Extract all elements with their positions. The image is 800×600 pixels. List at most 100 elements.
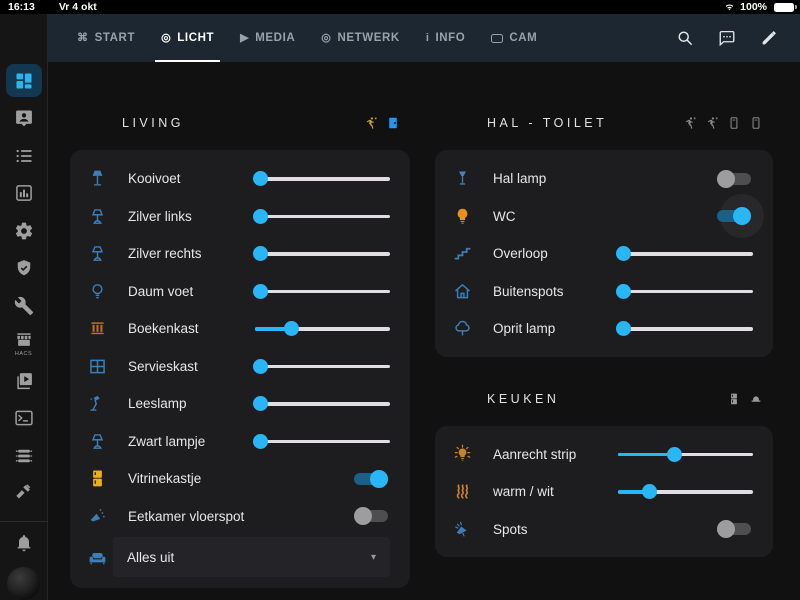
torch-lamp-icon[interactable]	[450, 167, 474, 191]
alles-uit-select[interactable]: Alles uit ▾	[113, 537, 390, 577]
badge-account-icon	[14, 108, 34, 128]
wc-toggle[interactable]	[717, 194, 764, 239]
leeslamp-slider[interactable]	[253, 395, 390, 413]
search-icon[interactable]	[676, 29, 694, 47]
bulb-glow-icon[interactable]	[450, 442, 474, 466]
row-aanrecht-strip: Aanrecht strip	[450, 436, 753, 474]
sidebar-item-terminal[interactable]	[0, 400, 48, 438]
floor-lamp-icon[interactable]	[85, 167, 109, 191]
daum-voet-slider[interactable]	[253, 282, 390, 300]
slider-thumb[interactable]	[253, 208, 269, 224]
sofa-icon[interactable]	[85, 545, 109, 569]
zilver-links-slider[interactable]	[253, 207, 390, 225]
radiobox-icon: ◎	[161, 31, 172, 44]
table-lamp-icon[interactable]	[85, 204, 109, 228]
sidebar-item-cog[interactable]	[0, 212, 48, 250]
slider-thumb[interactable]	[253, 171, 269, 187]
table-lamp-icon[interactable]	[85, 429, 109, 453]
slider-thumb[interactable]	[616, 321, 632, 337]
tab-licht[interactable]: ◎ LICHT	[148, 14, 227, 62]
table-lamp-icon[interactable]	[85, 242, 109, 266]
kooivoet-slider[interactable]	[253, 170, 390, 188]
slider-thumb[interactable]	[253, 246, 269, 262]
house-icon[interactable]	[450, 279, 474, 303]
door-sensor-icon[interactable]	[727, 116, 741, 130]
slider-thumb[interactable]	[616, 246, 632, 262]
bulb-icon[interactable]	[450, 204, 474, 228]
hal-lamp-toggle[interactable]	[717, 169, 751, 188]
row-label: Zilver links	[128, 208, 192, 224]
tab-cam[interactable]: CAM	[478, 14, 550, 62]
toggle-thumb[interactable]	[717, 520, 735, 539]
slider-track	[618, 327, 753, 331]
shield-check-icon	[14, 258, 34, 278]
view-tabs: ⌘ START ◎ LICHT ▶ MEDIA ◎ NETWERK i INFO CAM	[64, 14, 550, 62]
aanrecht-strip-slider[interactable]	[618, 445, 753, 463]
tab-media[interactable]: ▶ MEDIA	[227, 14, 308, 62]
sidebar-item-video-box[interactable]	[0, 362, 48, 400]
row-label: Kooivoet	[128, 171, 181, 187]
tree-icon[interactable]	[450, 317, 474, 341]
edit-icon[interactable]	[760, 29, 778, 47]
slider-thumb[interactable]	[284, 321, 300, 337]
warm-wit-slider[interactable]	[618, 483, 753, 501]
sidebar-item-caption: HACS	[14, 350, 33, 357]
row-label: Oprit lamp	[493, 321, 556, 337]
slider-thumb[interactable]	[641, 484, 657, 500]
sidebar-item-hacs[interactable]: HACS	[0, 325, 48, 363]
motion-run-icon[interactable]	[683, 116, 697, 130]
tab-label: LICHT	[177, 32, 215, 44]
toggle-thumb[interactable]	[370, 469, 388, 488]
slider-thumb[interactable]	[253, 396, 269, 412]
tab-netwerk[interactable]: ◎ NETWERK	[308, 14, 413, 62]
sidebar-item-dashboard[interactable]	[0, 62, 48, 100]
motion-run-icon[interactable]	[705, 116, 719, 130]
window-grid-icon[interactable]	[85, 354, 109, 378]
hood-icon[interactable]	[749, 392, 763, 406]
sidebar-item-hammer[interactable]	[0, 475, 48, 513]
tab-start[interactable]: ⌘ START	[64, 14, 148, 62]
vitrinekastje-toggle[interactable]	[354, 469, 388, 488]
slider-thumb[interactable]	[616, 283, 632, 299]
sidebar-item-shield-check[interactable]	[0, 250, 48, 288]
slider-thumb[interactable]	[253, 433, 269, 449]
bulb-outline-icon[interactable]	[85, 279, 109, 303]
spots-toggle[interactable]	[717, 520, 751, 539]
track-spot-icon[interactable]	[85, 504, 109, 528]
sidebar-item-chart-box[interactable]	[0, 175, 48, 213]
servieskast-slider[interactable]	[253, 357, 390, 375]
sidebar-item-badge-account[interactable]	[0, 100, 48, 138]
fridge-small-icon[interactable]	[727, 392, 741, 406]
zilver-rechts-slider[interactable]	[253, 245, 390, 263]
slider-thumb[interactable]	[253, 283, 269, 299]
boekenkast-slider[interactable]	[255, 320, 390, 338]
section-status-icons	[727, 392, 763, 406]
door-lock-icon[interactable]	[386, 116, 400, 130]
motion-run-icon[interactable]	[364, 116, 378, 130]
zwart-lampje-slider[interactable]	[253, 432, 390, 450]
slider-thumb[interactable]	[253, 358, 269, 374]
overloop-slider[interactable]	[616, 245, 753, 263]
chat-icon[interactable]	[718, 29, 736, 47]
avatar[interactable]	[7, 566, 40, 600]
ceiling-spot-icon[interactable]	[450, 517, 474, 541]
door-sensor-icon[interactable]	[749, 116, 763, 130]
sidebar-item-wrench[interactable]	[0, 287, 48, 325]
stairs-icon[interactable]	[450, 242, 474, 266]
buitenspots-slider[interactable]	[616, 282, 753, 300]
slider-thumb[interactable]	[667, 446, 683, 462]
heat-waves-icon[interactable]	[450, 480, 474, 504]
toggle-thumb[interactable]	[717, 169, 735, 188]
tab-info[interactable]: i INFO	[413, 14, 479, 62]
sidebar-item-server[interactable]	[0, 437, 48, 475]
desk-lamp-icon[interactable]	[85, 392, 109, 416]
row-zwart-lampje: Zwart lampje	[85, 423, 390, 461]
oprit-lamp-slider[interactable]	[616, 320, 753, 338]
toggle-thumb[interactable]	[354, 507, 372, 526]
bookshelf-icon[interactable]	[85, 317, 109, 341]
eetkamer-vloerspot-toggle[interactable]	[354, 507, 388, 526]
sidebar-item-list[interactable]	[0, 137, 48, 175]
row-vitrinekastje: Vitrinekastje	[85, 460, 390, 498]
notifications-button[interactable]	[0, 524, 48, 562]
fridge-icon[interactable]	[85, 467, 109, 491]
